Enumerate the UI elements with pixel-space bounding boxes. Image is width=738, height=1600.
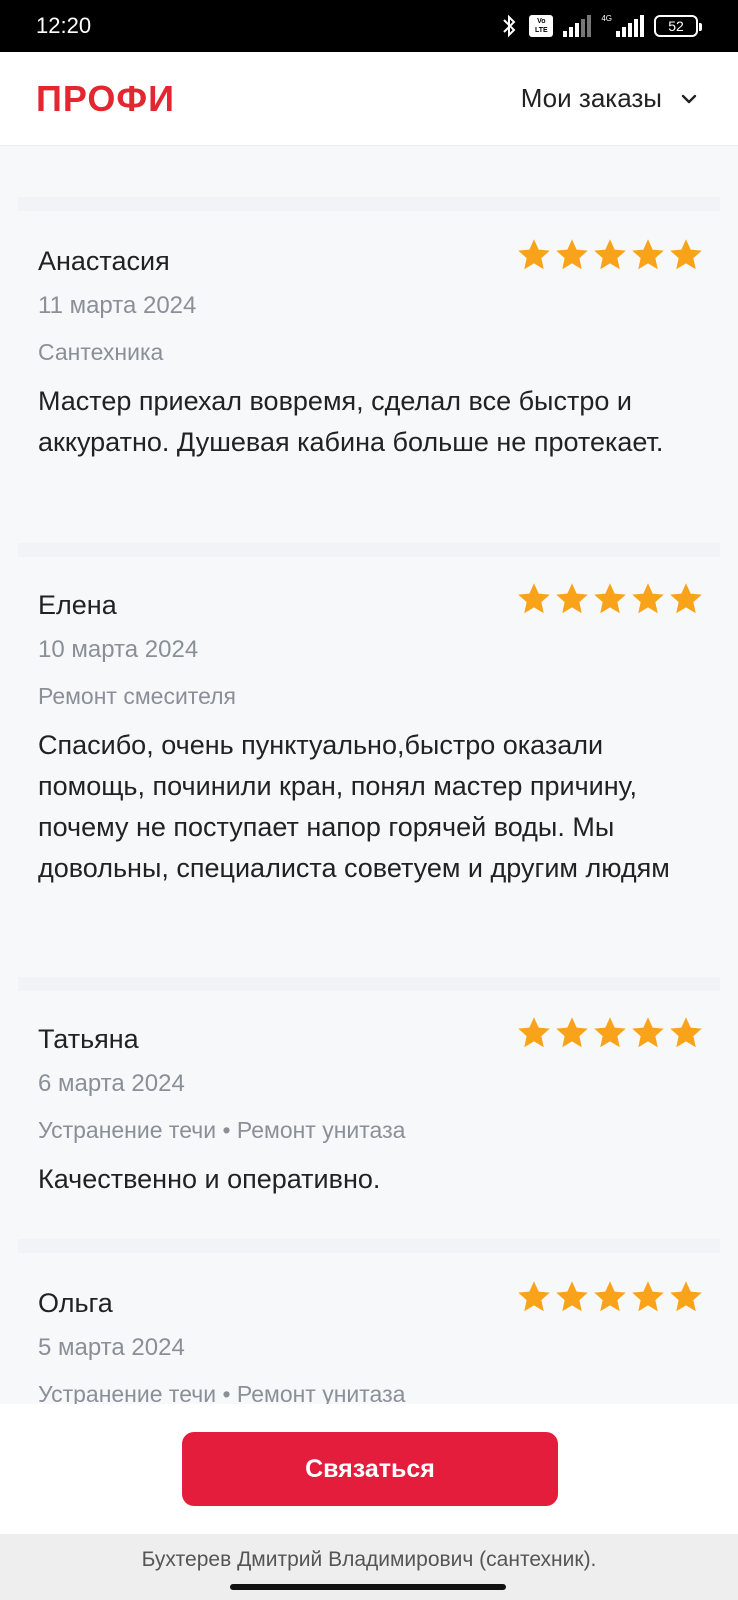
star-icon <box>518 1281 550 1312</box>
review-category: Ремонт смесителя <box>38 683 236 709</box>
status-icons: Vo LTE 4G 52 <box>499 14 702 38</box>
review-category: Сантехника <box>38 339 164 365</box>
star-icon <box>518 1017 550 1048</box>
master-name: Бухтерев Дмитрий Владимирович (сантехник… <box>141 1548 597 1571</box>
rating-stars <box>516 1015 704 1051</box>
review-date: 11 марта 2024 <box>38 292 197 319</box>
status-bar: 12:20 Vo LTE 4G 52 <box>0 0 738 52</box>
review-category: Устранение течи • Ремонт унитаза <box>38 1117 406 1143</box>
star-icon <box>632 583 664 614</box>
review-text: Качественно и оперативно. <box>38 1164 381 1194</box>
star-icon <box>594 1281 626 1312</box>
review-divider <box>18 977 720 991</box>
review-card: Татьяна 6 марта 2024 Устранение течи • Р… <box>38 1017 702 1200</box>
bluetooth-icon <box>499 14 519 38</box>
review-date: 6 марта 2024 <box>38 1070 185 1097</box>
battery-icon: 52 <box>654 15 702 37</box>
rating-stars <box>516 237 704 273</box>
review-category: Устранение течи • Ремонт унитаза <box>38 1381 406 1404</box>
star-icon <box>518 239 550 270</box>
chevron-down-icon <box>681 94 697 103</box>
review-divider <box>18 543 720 557</box>
signal-4g-label: 4G <box>601 14 612 23</box>
star-icon <box>670 239 702 270</box>
review-text: Мастер приехал вовремя, сделал все быстр… <box>38 386 664 457</box>
rating-stars <box>516 1279 704 1315</box>
star-icon <box>632 239 664 270</box>
star-icon <box>556 239 588 270</box>
footer-bar: Бухтерев Дмитрий Владимирович (сантехник… <box>0 1534 738 1600</box>
review-card: Елена 10 марта 2024 Ремонт смесителя Спа… <box>38 583 702 889</box>
star-icon <box>670 583 702 614</box>
review-text: Спасибо, очень пунктуально,быстро оказал… <box>38 730 670 883</box>
my-orders-label: Мои заказы <box>520 83 662 113</box>
rating-stars <box>516 581 704 617</box>
review-card: Ольга 5 марта 2024 Устранение течи • Рем… <box>38 1281 702 1404</box>
star-icon <box>556 1281 588 1312</box>
star-icon <box>594 239 626 270</box>
review-card: Анастасия 11 марта 2024 Сантехника Масте… <box>38 239 702 463</box>
star-icon <box>556 1017 588 1048</box>
star-icon <box>632 1017 664 1048</box>
star-icon <box>556 583 588 614</box>
home-indicator[interactable] <box>230 1584 506 1590</box>
reviews-list[interactable]: Анастасия 11 марта 2024 Сантехника Масте… <box>0 147 738 1404</box>
contact-button[interactable]: Связаться <box>182 1432 558 1506</box>
star-icon <box>632 1281 664 1312</box>
status-time: 12:20 <box>36 13 92 38</box>
star-icon <box>518 583 550 614</box>
review-date: 10 марта 2024 <box>38 636 199 663</box>
star-icon <box>594 1017 626 1048</box>
review-divider <box>18 1239 720 1253</box>
my-orders-menu[interactable]: Мои заказы <box>521 83 698 114</box>
profi-logo[interactable]: ПРОФИ <box>36 78 175 120</box>
app-header: ПРОФИ Мои заказы <box>0 52 738 146</box>
battery-level: 52 <box>668 18 684 34</box>
app-screen: 12:20 Vo LTE 4G 52 ПРОФИ Мои заказы Анас… <box>0 0 738 1600</box>
star-icon <box>594 583 626 614</box>
review-date: 5 марта 2024 <box>38 1334 185 1361</box>
volte-icon: Vo LTE <box>529 15 554 37</box>
contact-action-bar: Связаться <box>0 1404 738 1534</box>
star-icon <box>670 1017 702 1048</box>
signal-icon <box>563 15 592 37</box>
signal-4g-icon <box>616 15 644 37</box>
star-icon <box>670 1281 702 1312</box>
review-divider <box>18 197 720 211</box>
